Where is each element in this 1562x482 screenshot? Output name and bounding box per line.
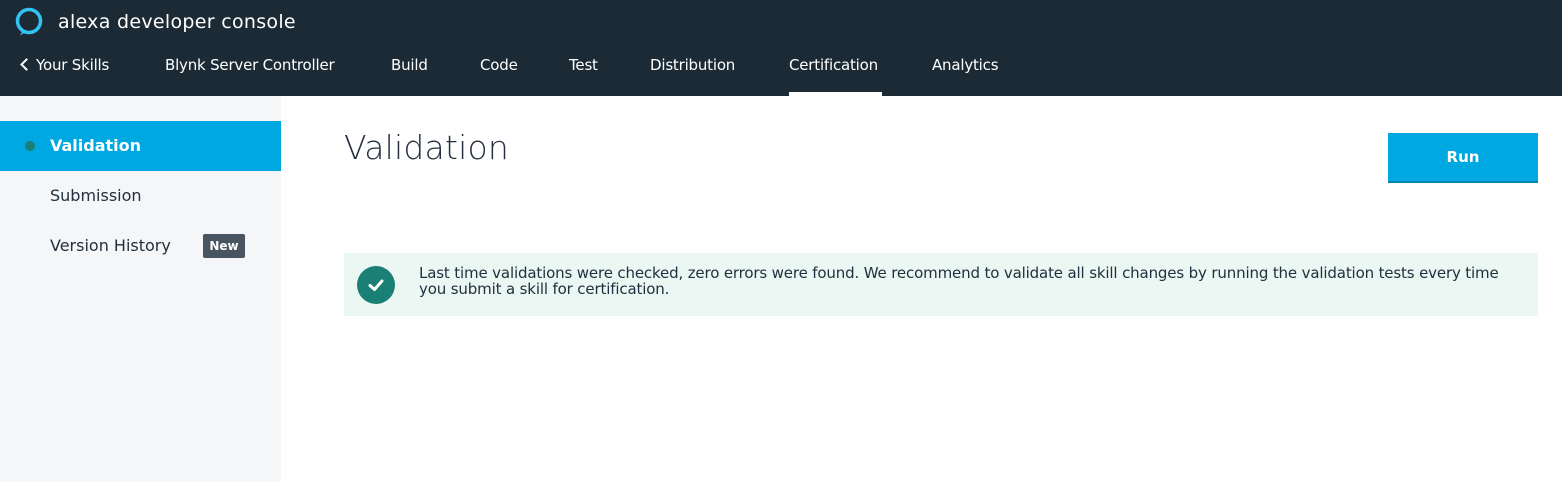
brand-title: alexa developer console bbox=[58, 11, 296, 33]
top-nav: Your Skills Blynk Server Controller Buil… bbox=[0, 48, 1562, 96]
sidebar-item-submission[interactable]: Submission bbox=[0, 171, 281, 221]
tab-build[interactable]: Build bbox=[391, 48, 428, 96]
sidebar-item-validation[interactable]: Validation bbox=[0, 121, 281, 171]
sidebar-item-label: Validation bbox=[50, 136, 142, 155]
nav-back-label: Your Skills bbox=[36, 56, 110, 74]
alert-message: Last time validations were checked, zero… bbox=[419, 264, 1499, 298]
brand[interactable]: alexa developer console bbox=[14, 6, 296, 38]
run-button[interactable]: Run bbox=[1388, 133, 1538, 183]
alexa-ring-icon bbox=[15, 7, 43, 36]
tab-analytics[interactable]: Analytics bbox=[932, 48, 999, 96]
check-circle-icon bbox=[357, 266, 395, 304]
nav-skill-name[interactable]: Blynk Server Controller bbox=[165, 48, 335, 96]
active-dot-icon bbox=[25, 141, 35, 151]
tab-test[interactable]: Test bbox=[569, 48, 598, 96]
sidebar: Validation Submission Version History Ne… bbox=[0, 96, 281, 482]
sidebar-item-label: Version History bbox=[50, 236, 171, 255]
nav-back-your-skills[interactable]: Your Skills bbox=[20, 48, 110, 96]
chevron-left-icon bbox=[20, 58, 33, 71]
tab-distribution[interactable]: Distribution bbox=[650, 48, 735, 96]
page-title: Validation bbox=[344, 128, 509, 167]
top-header: alexa developer console Your Skills Blyn… bbox=[0, 0, 1562, 96]
tab-certification[interactable]: Certification bbox=[789, 48, 882, 96]
validation-status-alert: Last time validations were checked, zero… bbox=[344, 253, 1538, 316]
sidebar-item-label: Submission bbox=[50, 186, 142, 205]
tab-code[interactable]: Code bbox=[480, 48, 518, 96]
new-badge: New bbox=[203, 234, 245, 258]
